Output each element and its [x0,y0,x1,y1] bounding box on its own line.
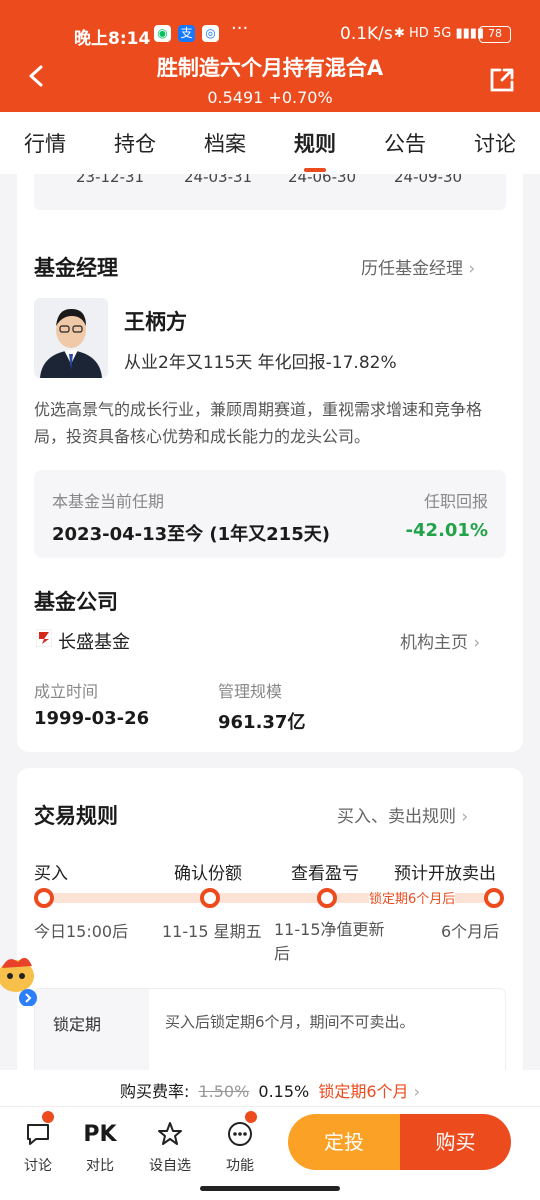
fee-lock: 锁定期6个月 [318,1082,409,1101]
nav-label: 设自选 [149,1158,191,1174]
nav-compare[interactable]: PK 对比 [70,1117,130,1175]
return-label: 任职回报 [423,492,488,511]
trade-rules-link[interactable]: 买入、卖出规则 › [337,802,468,827]
tab-announcements[interactable]: 公告 [380,128,430,158]
chevron-right-icon: › [473,633,481,653]
tenure-value: 2023-04-13至今 (1年又215天) [52,524,330,545]
company-section-title: 基金公司 [34,590,118,614]
chat-icon [27,1124,49,1145]
app-notification-icon: ◎ [202,25,219,42]
nav-label: 对比 [86,1158,114,1174]
chevron-right-icon: › [468,259,476,279]
manager-description: 优选高景气的成长行业，兼顾周期赛道，重视需求增速和竞争格局，投资具备核心优势和成… [34,400,483,446]
alipay-icon: 支 [178,25,195,42]
lock-period-value: 买入后锁定期6个月，期间不可卖出。 [165,1013,415,1031]
nav-add-watchlist[interactable]: 设自选 [140,1117,200,1175]
fund-change: +0.70% [268,88,333,107]
wechat-icon: ◉ [154,25,171,42]
status-time: 晚上8:14 [74,29,151,49]
star-icon [158,1122,182,1145]
fee-new: 0.15% [258,1082,310,1101]
manager-info: 从业2年又115天 年化回报-17.82% [124,353,397,373]
company-homepage-label: 机构主页 [400,633,468,653]
trade-section-title: 交易规则 [34,804,118,828]
floating-mascot[interactable] [0,950,38,1007]
date-label: 24-06-30 [288,174,357,186]
founded-value: 1999-03-26 [34,708,150,729]
tab-discussion[interactable]: 讨论 [470,128,520,158]
timeline-dot [317,888,337,908]
tab-bar: 行情 持仓 档案 规则 公告 讨论 [0,112,540,174]
company-homepage-link[interactable]: 机构主页 › [400,628,480,653]
more-icon [228,1122,252,1146]
buy-button[interactable]: 购买 [400,1114,511,1170]
tab-profile[interactable]: 档案 [200,128,250,158]
manager-section-title: 基金经理 [34,256,118,280]
notification-dot [245,1111,257,1123]
nav-label: 功能 [226,1158,254,1174]
fund-title: 胜制造六个月持有混合A [156,56,384,80]
nav-discussion[interactable]: 讨论 [8,1117,68,1175]
stage-label: 预计开放卖出 [394,864,496,884]
stage-sub: 11-15 星期五 [162,922,262,941]
manager-name: 王柄方 [124,310,187,334]
stage-label: 查看盈亏 [291,864,359,884]
app-header: 晚上8:14 ◉ 支 ◎ ··· 0.1K/s ✱ HD 5G ▮▮▮▮ 78 … [0,0,540,112]
status-bar: 晚上8:14 ◉ 支 ◎ ··· 0.1K/s ✱ HD 5G ▮▮▮▮ 78 [0,0,540,49]
home-indicator [200,1186,340,1191]
tenure-label: 本基金当前任期 [52,492,165,511]
fund-price: 0.5491 [207,88,264,107]
fee-label: 购买费率: [119,1082,190,1101]
aum-label: 管理规模 [218,682,283,701]
stage-label: 买入 [34,864,68,884]
tab-holdings[interactable]: 持仓 [110,128,160,158]
fixed-investment-button[interactable]: 定投 [288,1114,400,1170]
date-label: 24-03-31 [184,174,253,186]
lock-period-tag: 锁定期6个月后 [369,888,456,907]
chevron-right-icon: › [461,807,469,827]
manager-avatar [34,298,108,378]
chevron-right-icon: › [413,1082,421,1101]
timeline-dot [200,888,220,908]
nav-functions[interactable]: 功能 [210,1117,270,1175]
date-label: 24-09-30 [394,174,463,186]
manager-history-link[interactable]: 历任基金经理 › [361,254,475,279]
tab-market[interactable]: 行情 [20,128,70,158]
company-name[interactable]: 长盛基金 [58,628,130,654]
signal-icons: ✱ HD 5G ▮▮▮▮ [394,26,485,41]
share-icon[interactable] [488,66,516,94]
stage-sub: 今日15:00后 [34,922,129,941]
nav-label: 讨论 [24,1158,52,1174]
fee-old: 1.50% [198,1082,250,1101]
tab-rules[interactable]: 规则 [290,128,340,172]
pk-icon: PK [83,1121,117,1147]
battery-icon: 78 [479,26,511,43]
founded-label: 成立时间 [34,682,99,701]
trade-rules-label: 买入、卖出规则 [337,807,456,827]
stage-sub: 6个月后 [441,922,500,941]
stage-sub: 11-15净值更新后 [274,920,385,963]
date-label: 23-12-31 [76,174,145,186]
fund-price-line: 0.5491 +0.70% [0,88,540,107]
more-notifications-icon: ··· [231,18,249,39]
timeline-dot [484,888,504,908]
manager-history-label: 历任基金经理 [361,259,463,279]
purchase-fee-bar[interactable]: 购买费率: 1.50% 0.15% 锁定期6个月 › [0,1070,540,1106]
date-strip: 23-12-31 24-03-31 24-06-30 24-09-30 [34,174,506,210]
notification-dot [42,1111,54,1123]
tenure-box: 本基金当前任期 任职回报 2023-04-13至今 (1年又215天) -42.… [34,470,506,558]
stage-label: 确认份额 [174,864,242,884]
return-value: -42.01% [405,520,488,541]
timeline-dot [34,888,54,908]
net-speed: 0.1K/s [340,24,393,44]
company-logo-icon [36,629,52,647]
aum-value: 961.37亿 [218,712,306,733]
